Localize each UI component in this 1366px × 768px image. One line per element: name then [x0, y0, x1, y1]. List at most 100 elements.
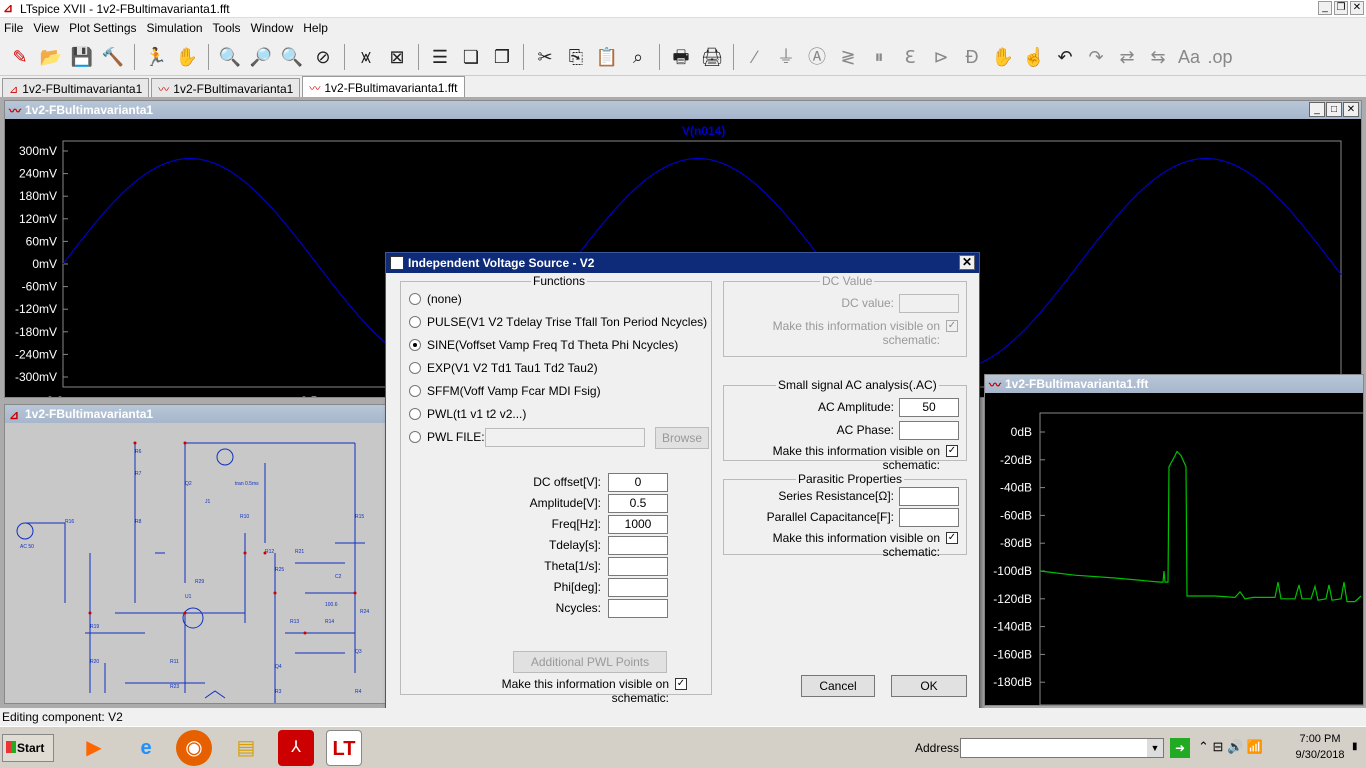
tab-schematic[interactable]: ⊿ 1v2-FBultimavarianta1 [2, 78, 150, 97]
inductor-icon[interactable]: Ꜫ [896, 43, 924, 71]
find-icon[interactable]: ⌕ [624, 43, 652, 71]
rotate-icon[interactable]: ⇄ [1113, 43, 1141, 71]
menu-file[interactable]: File [4, 21, 23, 35]
clock-time[interactable]: 7:00 PM [1292, 733, 1348, 745]
restore-button[interactable]: ❐ [1334, 1, 1348, 15]
maximize-button[interactable]: □ [1326, 102, 1342, 117]
text-icon[interactable]: Aa [1175, 43, 1203, 71]
media-player-icon[interactable]: ▶ [76, 730, 112, 766]
ground-icon[interactable]: ⏚ [772, 43, 800, 71]
open-icon[interactable]: 📂 [37, 43, 65, 71]
mirror-icon[interactable]: ⇆ [1144, 43, 1172, 71]
menu-view[interactable]: View [33, 21, 59, 35]
copy-icon[interactable]: ⎘ [562, 43, 590, 71]
zoom-in-icon[interactable]: 🔍 [216, 43, 244, 71]
ac-amplitude-field[interactable]: 50 [899, 398, 959, 417]
save-icon[interactable]: 💾 [68, 43, 96, 71]
spice-directive-icon[interactable]: .op [1206, 43, 1234, 71]
menu-plot-settings[interactable]: Plot Settings [69, 21, 136, 35]
menu-window[interactable]: Window [251, 21, 294, 35]
address-input[interactable]: ▼ [960, 738, 1164, 758]
capacitor-icon[interactable]: ⏸ [865, 43, 893, 71]
minimize-button[interactable]: _ [1309, 102, 1325, 117]
component-icon[interactable]: Ɖ [958, 43, 986, 71]
tile-horizontal-icon[interactable]: ☰ [426, 43, 454, 71]
radio-circle[interactable] [409, 408, 421, 420]
pwl-file-field[interactable] [485, 428, 645, 447]
bode-icon[interactable]: ⊠ [383, 43, 411, 71]
ncycles-field[interactable] [608, 599, 668, 618]
ac-phase-field[interactable] [899, 421, 959, 440]
halt-icon[interactable]: ✋ [173, 43, 201, 71]
tab-fft[interactable]: 〰 1v2-FBultimavarianta1.fft [302, 76, 465, 97]
wire-icon[interactable]: ∕ [741, 43, 769, 71]
freq-field[interactable]: 1000 [608, 515, 668, 534]
radio-circle[interactable] [409, 293, 421, 305]
theta-field[interactable] [608, 557, 668, 576]
control-panel-icon[interactable]: 🔨 [99, 43, 127, 71]
tray-icons[interactable]: ⌃ ⊟ 🔊 📶 [1198, 739, 1263, 755]
radio-sffm[interactable]: SFFM(Voff Vamp Fcar MDI Fsig) [409, 384, 601, 398]
go-arrow-icon[interactable]: ➜ [1170, 738, 1190, 758]
pdf-reader-icon[interactable]: ⅄ [278, 730, 314, 766]
zoom-fit-icon[interactable]: ⊘ [309, 43, 337, 71]
redo-icon[interactable]: ↷ [1082, 43, 1110, 71]
parasitic-visible-checkbox[interactable]: ✓ [946, 532, 958, 544]
pan-icon[interactable]: 🔎 [247, 43, 275, 71]
tile-vertical-icon[interactable]: ❐ [488, 43, 516, 71]
internet-explorer-icon[interactable]: e [128, 730, 164, 766]
minimize-button[interactable]: _ [1318, 1, 1332, 15]
paste-icon[interactable]: 📋 [593, 43, 621, 71]
amplitude-field[interactable]: 0.5 [608, 494, 668, 513]
browse-button[interactable]: Browse [655, 427, 709, 449]
run-icon[interactable]: 🏃 [142, 43, 170, 71]
chevron-down-icon[interactable]: ▼ [1147, 739, 1163, 757]
cut-icon[interactable]: ✂ [531, 43, 559, 71]
file-explorer-icon[interactable]: ▤ [228, 730, 264, 766]
resistor-icon[interactable]: ≷ [834, 43, 862, 71]
dc-visible-checkbox[interactable]: ✓ [946, 320, 958, 332]
new-schematic-icon[interactable]: ✎ [6, 43, 34, 71]
menu-help[interactable]: Help [303, 21, 328, 35]
start-button[interactable]: Start [2, 734, 54, 762]
move-icon[interactable]: ✋ [989, 43, 1017, 71]
additional-pwl-points-button[interactable]: Additional PWL Points [513, 651, 667, 673]
phi-field[interactable] [608, 578, 668, 597]
ltspice-taskbar-icon[interactable]: LT [326, 730, 362, 766]
tab-waveform[interactable]: 〰 1v2-FBultimavarianta1 [151, 78, 301, 97]
radio-none[interactable]: (none) [409, 292, 462, 306]
dc-value-field[interactable] [899, 294, 959, 313]
functions-visible-checkbox[interactable]: ✓ [675, 678, 687, 690]
radio-pwl[interactable]: PWL(t1 v1 t2 v2...) [409, 407, 526, 421]
firefox-icon[interactable]: ◉ [176, 730, 212, 766]
radio-circle[interactable] [409, 385, 421, 397]
print-preview-icon[interactable]: 🖶 [667, 43, 695, 71]
parallel-capacitance-field[interactable] [899, 508, 959, 527]
dc-offset-field[interactable]: 0 [608, 473, 668, 492]
drag-icon[interactable]: ☝ [1020, 43, 1048, 71]
zoom-out-icon[interactable]: 🔍 [278, 43, 306, 71]
cancel-button[interactable]: Cancel [801, 675, 875, 697]
close-button[interactable]: ✕ [1350, 1, 1364, 15]
radio-circle[interactable] [409, 362, 421, 374]
radio-sine[interactable]: SINE(Voffset Vamp Freq Td Theta Phi Ncyc… [409, 338, 678, 352]
undo-icon[interactable]: ↶ [1051, 43, 1079, 71]
clock-date[interactable]: 9/30/2018 [1290, 749, 1350, 761]
fft-trace[interactable] [1039, 450, 1362, 603]
menu-simulation[interactable]: Simulation [147, 21, 203, 35]
radio-circle[interactable] [409, 316, 421, 328]
fft-plot[interactable]: 0dB -20dB -40dB -60dB -80dB -100dB -120dB -140d… [985, 393, 1363, 705]
dialog-close-button[interactable]: ✕ [959, 255, 975, 270]
schematic-canvas[interactable]: R6 R7 R8 R16 Q2 J1 R10 R21 R15 R12 R25 tran 0.5ms… [5, 423, 387, 703]
cascade-icon[interactable]: ❏ [457, 43, 485, 71]
radio-circle[interactable] [409, 339, 421, 351]
tdelay-field[interactable] [608, 536, 668, 555]
label-net-icon[interactable]: Ⓐ [803, 43, 831, 71]
radio-exp[interactable]: EXP(V1 V2 Td1 Tau1 Td2 Tau2) [409, 361, 598, 375]
series-resistance-field[interactable] [899, 487, 959, 506]
ok-button[interactable]: OK [891, 675, 967, 697]
radio-circle[interactable] [409, 431, 421, 443]
radio-pwl-file[interactable]: PWL FILE: [409, 430, 485, 444]
trace-label[interactable]: V(n014) [682, 124, 725, 138]
ac-visible-checkbox[interactable]: ✓ [946, 445, 958, 457]
